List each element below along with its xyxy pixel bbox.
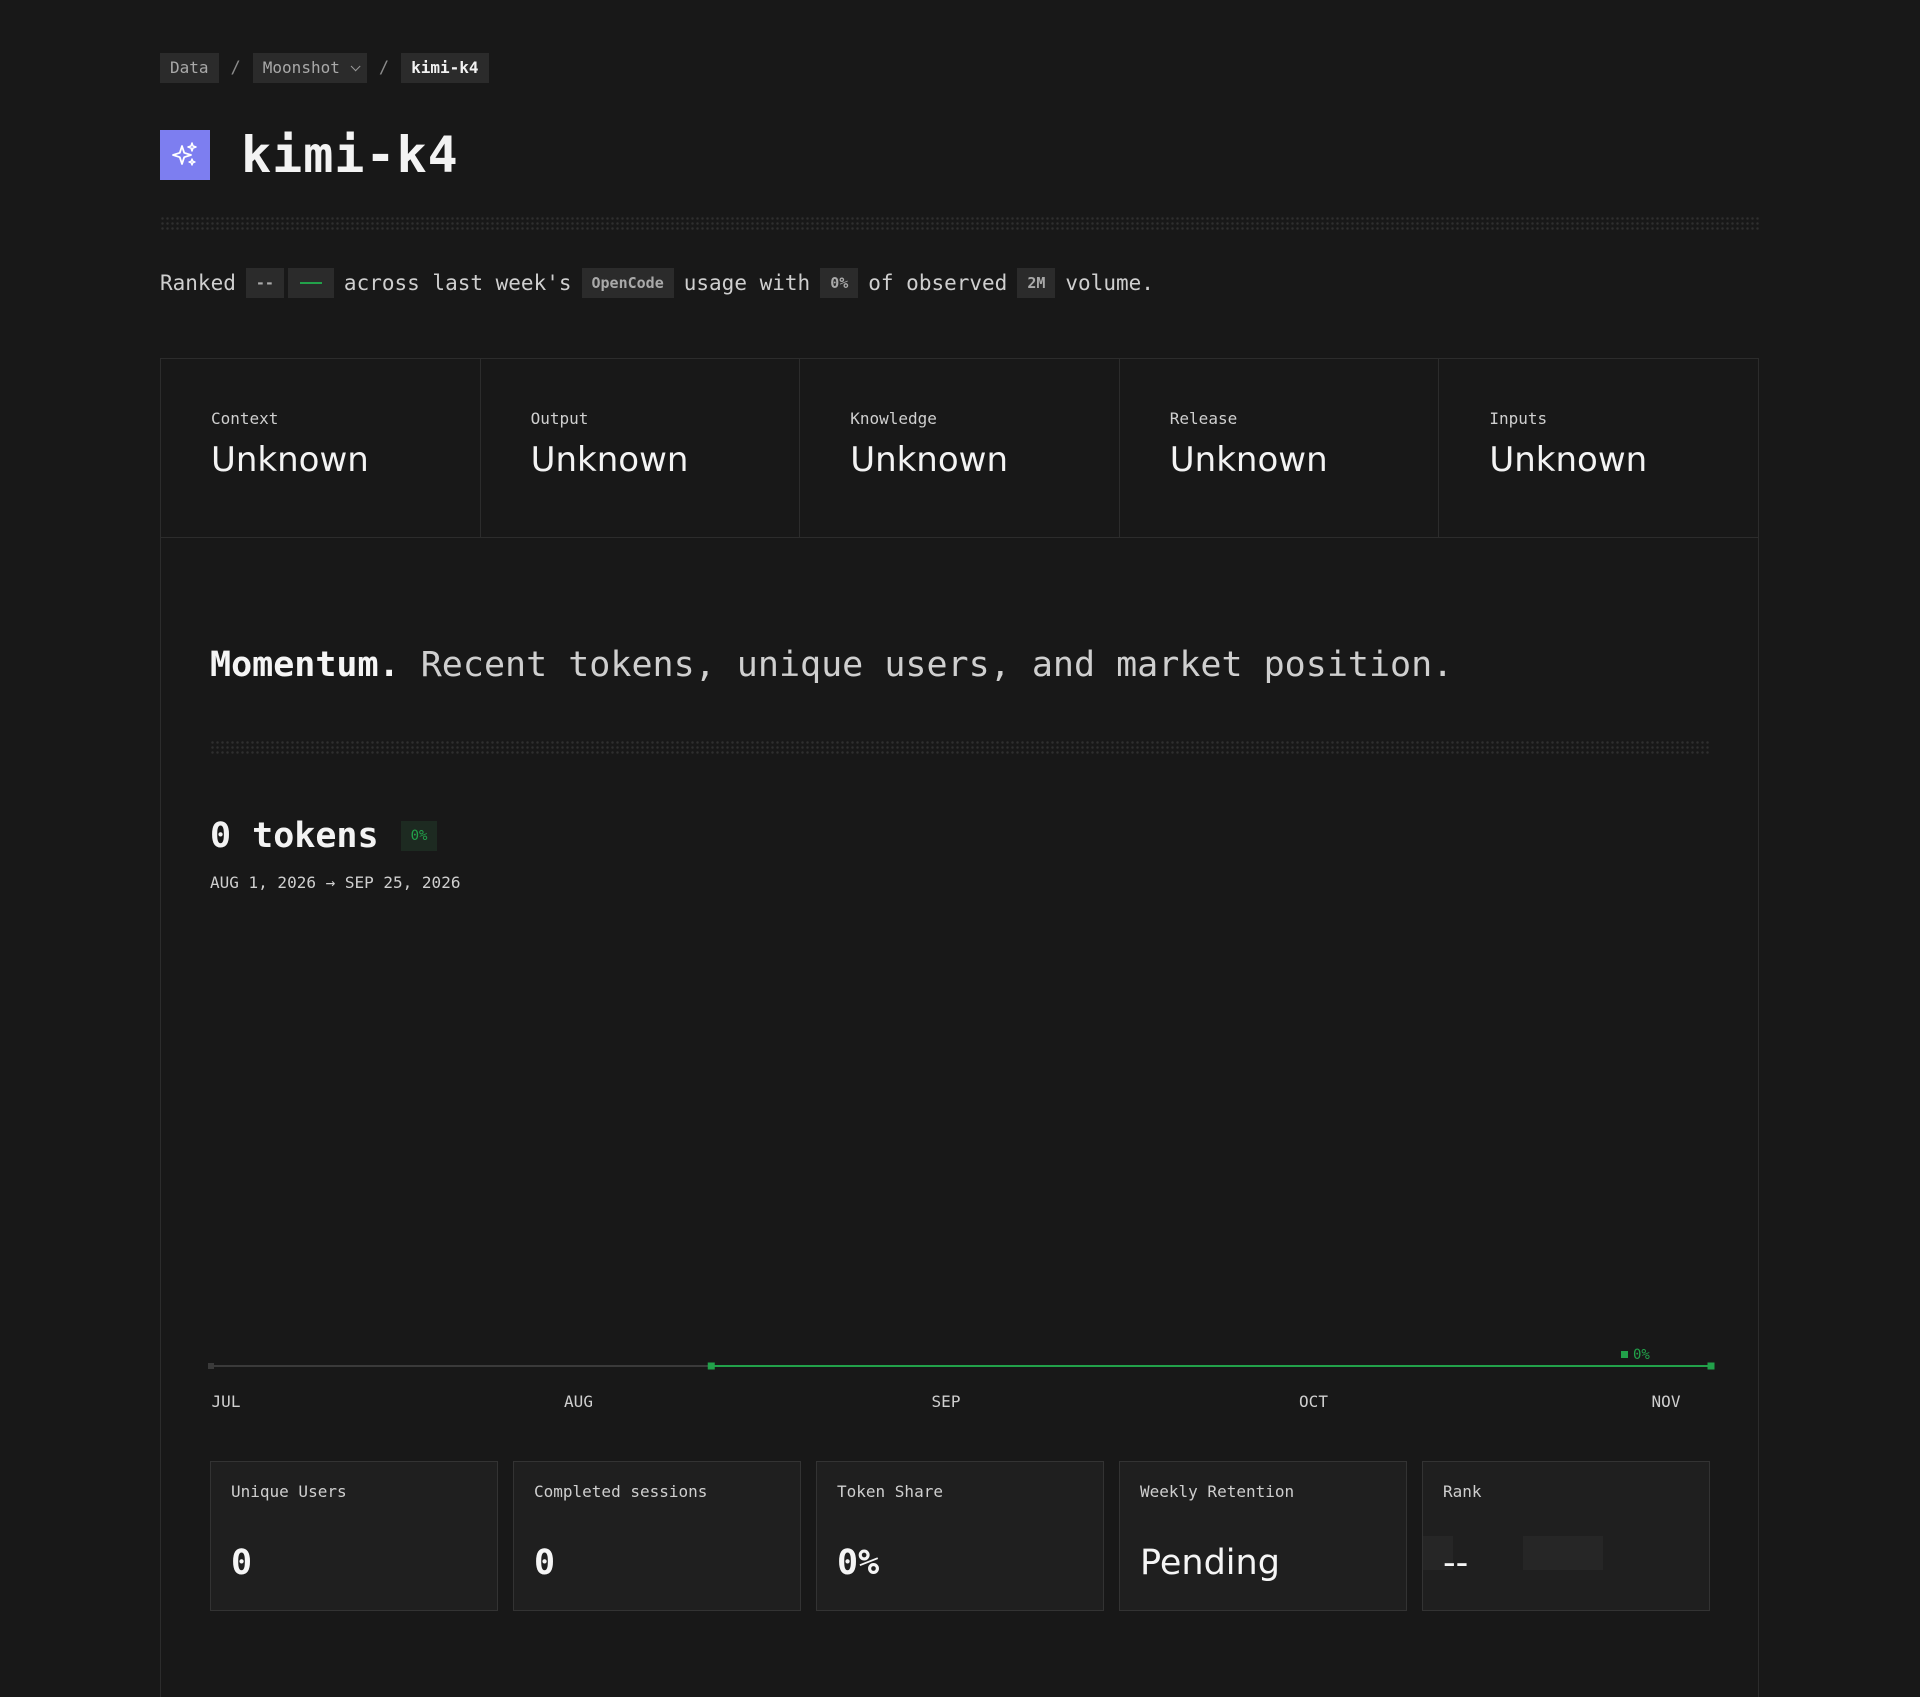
ranking-summary: Ranked -- across last week's OpenCode us…: [160, 268, 1154, 298]
trend-dash-icon: [287, 268, 334, 298]
breadcrumb-current: kimi-k4: [401, 53, 489, 83]
card-label: Rank: [1443, 1482, 1482, 1501]
x-tick-label: JUL: [211, 1392, 241, 1411]
summary-text: volume.: [1065, 271, 1154, 295]
breadcrumb-data[interactable]: Data: [160, 53, 219, 83]
summary-text: across last week's: [343, 271, 572, 295]
chart-start-point: [208, 1363, 214, 1369]
volume-chip: 2M: [1017, 268, 1056, 298]
sparkle-icon: [160, 130, 210, 180]
rank-chip: --: [245, 268, 284, 298]
tokens-chart: 0%: [208, 1347, 1715, 1370]
legend-marker: [1621, 1351, 1628, 1358]
breadcrumb-separator: /: [378, 58, 390, 78]
card-label: Completed sessions: [534, 1482, 708, 1501]
card-label: Token Share: [837, 1482, 943, 1501]
x-tick-label: SEP: [931, 1392, 961, 1411]
summary-text: Ranked: [160, 271, 236, 295]
x-tick-label: AUG: [564, 1392, 593, 1411]
model-page: Data / Moonshot / kimi-k4 kimi-k4 Ranked…: [0, 0, 1920, 1697]
card-rank: Rank --: [1422, 1461, 1710, 1611]
app-chip[interactable]: OpenCode: [581, 268, 674, 298]
chevron-down-icon: [350, 60, 361, 71]
x-tick-label: OCT: [1299, 1392, 1328, 1411]
card-value: --: [1443, 1543, 1469, 1583]
share-chip: 0%: [820, 268, 859, 298]
x-tick-label: NOV: [1651, 1392, 1681, 1411]
card-value: 0: [231, 1543, 253, 1583]
chart-point: [1707, 1362, 1715, 1370]
title-row: kimi-k4: [160, 126, 459, 184]
chart-point: [707, 1362, 715, 1370]
card-token-share: Token Share 0%: [816, 1461, 1104, 1611]
breadcrumb-separator: /: [230, 58, 241, 78]
model-details-panel: Context Unknown Output Unknown Knowledge…: [160, 358, 1759, 1697]
card-completed-sessions: Completed sessions 0: [513, 1461, 801, 1611]
card-label: Unique Users: [231, 1482, 347, 1501]
summary-text: usage with: [683, 271, 811, 295]
page-title: kimi-k4: [241, 126, 459, 184]
breadcrumb-provider-label: Moonshot: [262, 58, 340, 77]
summary-text: of observed: [868, 271, 1008, 295]
metric-cards: Unique Users 0 Completed sessions 0 Toke…: [210, 1461, 1710, 1611]
card-label: Weekly Retention: [1140, 1482, 1295, 1501]
loading-skeleton: [1523, 1536, 1603, 1570]
chart-end-label: 0%: [1633, 1347, 1650, 1363]
rank-chips: --: [245, 268, 334, 298]
breadcrumb: Data / Moonshot / kimi-k4: [160, 53, 489, 83]
card-value: 0%: [837, 1543, 880, 1583]
card-value: 0: [534, 1543, 556, 1583]
dotted-divider: [160, 216, 1759, 232]
breadcrumb-provider-dropdown[interactable]: Moonshot: [252, 53, 367, 83]
card-value: Pending: [1140, 1543, 1280, 1583]
card-weekly-retention: Weekly Retention Pending: [1119, 1461, 1407, 1611]
card-unique-users: Unique Users 0: [210, 1461, 498, 1611]
